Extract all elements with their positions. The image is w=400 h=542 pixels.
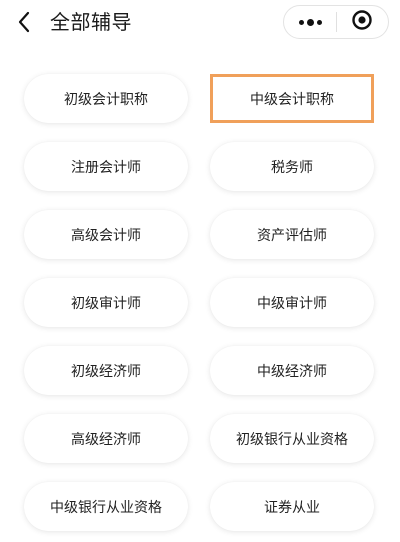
course-grid: 初级会计职称 中级会计职称 注册会计师 税务师 高级会计师 资产评估师 初级审计师 中级审计师… (24, 74, 376, 531)
more-button[interactable] (284, 6, 336, 38)
more-dots-icon (298, 19, 304, 25)
page: 全部辅导 初级会计职称 中级会计职称 注册会计师 税务师 高级会计师 资产评估师 初级审计师… (0, 0, 400, 542)
close-button[interactable] (337, 6, 388, 38)
course-button[interactable]: 注册会计师 (24, 142, 188, 191)
course-button[interactable]: 中级经济师 (210, 346, 374, 395)
course-button[interactable]: 资产评估师 (210, 210, 374, 259)
mini-program-capsule (283, 5, 389, 39)
page-title: 全部辅导 (50, 10, 132, 34)
course-button[interactable]: 证券从业 (210, 482, 374, 531)
course-button[interactable]: 中级审计师 (210, 278, 374, 327)
course-button[interactable]: 初级银行从业资格 (210, 414, 374, 463)
course-button[interactable]: 初级经济师 (24, 346, 188, 395)
more-dots-icon-center (306, 18, 314, 26)
course-button[interactable]: 高级会计师 (24, 210, 188, 259)
course-button[interactable]: 中级银行从业资格 (24, 482, 188, 531)
target-circle-icon (351, 9, 373, 35)
back-button[interactable] (8, 6, 40, 38)
course-button[interactable]: 税务师 (210, 142, 374, 191)
more-dots-icon-right (316, 19, 322, 25)
course-button[interactable]: 中级会计职称 (210, 74, 374, 123)
course-button[interactable]: 初级会计职称 (24, 74, 188, 123)
course-button[interactable]: 初级审计师 (24, 278, 188, 327)
chevron-left-icon (17, 11, 31, 33)
nav-bar: 全部辅导 (0, 0, 400, 44)
course-button[interactable]: 高级经济师 (24, 414, 188, 463)
